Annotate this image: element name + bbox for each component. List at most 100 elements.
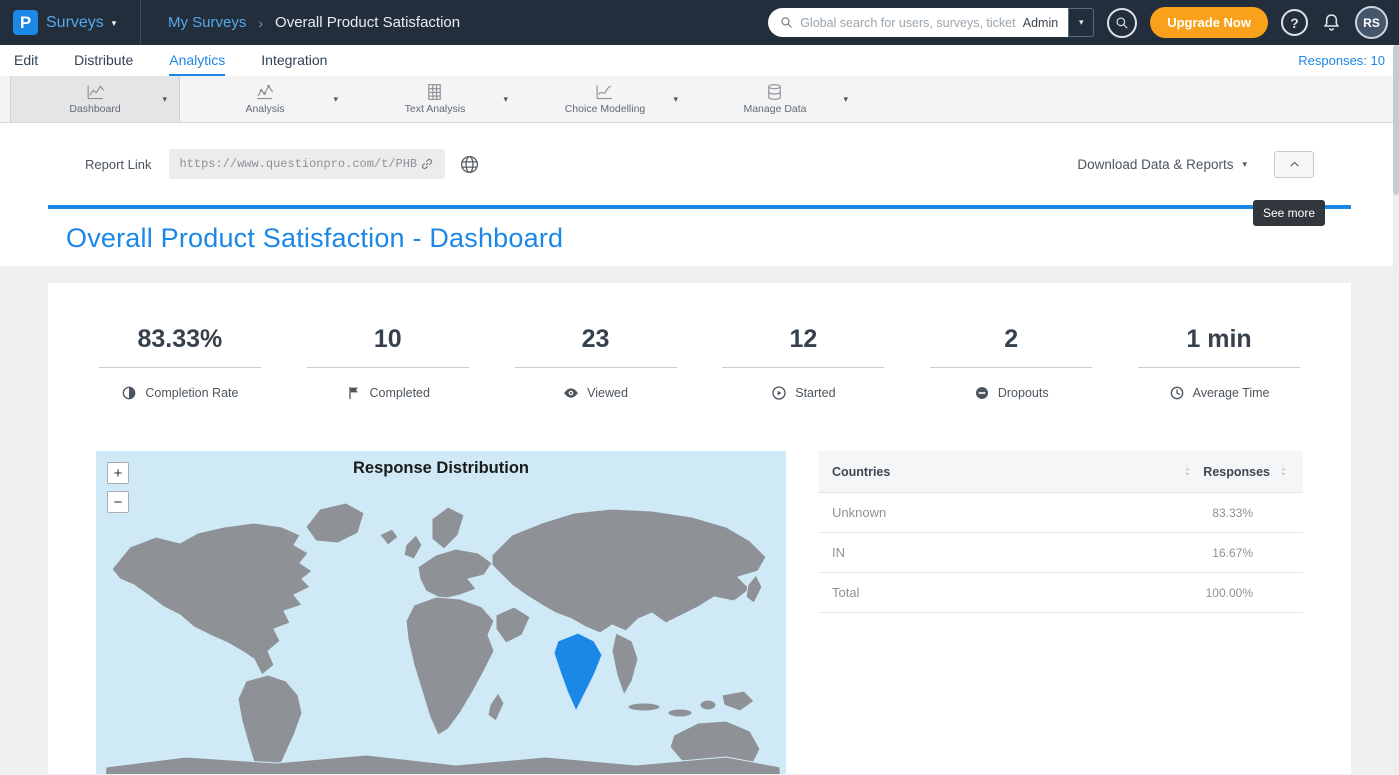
bell-icon <box>1321 12 1342 33</box>
subnav-item-edit[interactable]: Edit <box>14 45 38 76</box>
help-button[interactable]: ? <box>1281 9 1308 36</box>
global-search-box[interactable]: Admin <box>768 8 1068 37</box>
band-gap <box>0 266 1399 283</box>
chevron-down-icon[interactable]: ▾ <box>162 94 167 105</box>
user-avatar[interactable]: RS <box>1355 6 1388 39</box>
search-icon <box>1115 16 1129 30</box>
stat-label: Completion Rate <box>145 386 238 400</box>
product-switcher[interactable]: P Surveys ▾ <box>0 0 141 45</box>
download-data-reports-dropdown[interactable]: Download Data & Reports ▾ <box>1077 157 1247 172</box>
subnav-item-analytics[interactable]: Analytics <box>169 45 225 76</box>
stat-viewed: 23 Viewed <box>492 325 700 401</box>
flag-icon <box>346 385 362 401</box>
global-search-input[interactable] <box>800 16 1016 30</box>
responses-cell: 83.33% <box>1212 506 1289 520</box>
tab-analysis[interactable]: Analysis ▾ <box>180 76 350 122</box>
chevron-down-icon[interactable]: ▾ <box>843 94 848 105</box>
map-zoom-controls: + − <box>107 462 129 513</box>
tab-label: Dashboard <box>69 103 120 115</box>
link-icon[interactable] <box>419 156 435 172</box>
tab-text-analysis-content: Text Analysis <box>405 83 466 115</box>
stat-label: Completed <box>370 386 430 400</box>
subnav-item-distribute[interactable]: Distribute <box>74 45 133 76</box>
sort-countries-icon[interactable] <box>1182 466 1193 477</box>
chevron-down-icon[interactable]: ▾ <box>333 94 338 105</box>
stat-value: 12 <box>722 325 884 368</box>
world-map-canvas[interactable] <box>96 483 786 774</box>
tab-manage-data-content: Manage Data <box>743 83 806 115</box>
table-document-icon <box>424 83 445 101</box>
search-icon <box>780 16 793 29</box>
zoom-out-button[interactable]: − <box>107 491 129 513</box>
header-countries[interactable]: Countries <box>832 465 890 479</box>
eye-icon <box>563 385 579 401</box>
tab-label: Choice Modelling <box>565 103 646 115</box>
title-band: Overall Product Satisfaction - Dashboard <box>0 205 1399 266</box>
sort-responses-icon[interactable] <box>1278 466 1289 477</box>
chevron-down-icon: ▾ <box>1242 159 1247 170</box>
analytics-toolbar: Dashboard ▾ Analysis ▾ Text Analysis ▾ C… <box>0 76 1399 123</box>
stat-value: 83.33% <box>99 325 261 368</box>
stat-started: 12 Started <box>699 325 907 401</box>
response-distribution-map: Response Distribution + − <box>96 451 786 774</box>
clock-icon <box>1169 385 1185 401</box>
minus-circle-icon <box>974 385 990 401</box>
search-scope-dropdown-button[interactable]: ▾ <box>1068 8 1094 37</box>
stat-label: Viewed <box>587 386 628 400</box>
stat-value: 10 <box>307 325 469 368</box>
tab-text-analysis[interactable]: Text Analysis ▾ <box>350 76 520 122</box>
stat-dropouts: 2 Dropouts <box>907 325 1115 401</box>
tab-manage-data[interactable]: Manage Data ▾ <box>690 76 860 122</box>
search-scope-label[interactable]: Admin <box>1023 16 1058 30</box>
play-circle-icon <box>771 385 787 401</box>
globe-icon <box>459 154 480 175</box>
chevron-up-icon <box>1288 158 1301 171</box>
topbar-actions: Admin ▾ Upgrade Now ? RS <box>768 6 1399 39</box>
collapse-panel-button[interactable] <box>1274 151 1314 178</box>
chevron-down-icon[interactable]: ▾ <box>673 94 678 105</box>
line-chart-icon <box>85 83 106 101</box>
dashboard-card: 83.33% Completion Rate 10 Completed 23 V… <box>48 283 1351 774</box>
completion-rate-icon <box>121 385 137 401</box>
subnav-item-integration[interactable]: Integration <box>261 45 327 76</box>
chevron-down-icon[interactable]: ▾ <box>503 94 508 105</box>
country-cell: Unknown <box>832 505 886 520</box>
topbar: P Surveys ▾ My Surveys › Overall Product… <box>0 0 1399 45</box>
report-link-bar: Report Link https://www.questionpro.com/… <box>0 123 1399 205</box>
tab-label: Analysis <box>245 103 284 115</box>
report-url-field[interactable]: https://www.questionpro.com/t/PHBl <box>169 149 445 179</box>
responses-cell: 100.00% <box>1206 586 1289 600</box>
breadcrumb-my-surveys[interactable]: My Surveys <box>168 14 246 31</box>
breadcrumb-current-survey: Overall Product Satisfaction <box>275 14 460 31</box>
notifications-button[interactable] <box>1321 12 1342 33</box>
stat-average-time: 1 min Average Time <box>1115 325 1323 401</box>
map-country-india[interactable] <box>554 633 602 711</box>
zoom-in-button[interactable]: + <box>107 462 129 484</box>
countries-table-header: Countries Responses <box>818 451 1303 493</box>
content-row: Response Distribution + − <box>96 451 1303 774</box>
blue-divider <box>48 205 1351 209</box>
page-title: Overall Product Satisfaction - Dashboard <box>66 223 1399 254</box>
tab-analysis-content: Analysis <box>245 83 284 115</box>
responses-count[interactable]: Responses: 10 <box>1298 45 1385 76</box>
chevron-down-icon: ▾ <box>1079 17 1084 27</box>
tab-choice-modelling[interactable]: Choice Modelling ▾ <box>520 76 690 122</box>
country-cell: Total <box>832 585 859 600</box>
stat-completion-rate: 83.33% Completion Rate <box>76 325 284 401</box>
stat-label: Dropouts <box>998 386 1049 400</box>
search-toggle-button[interactable] <box>1107 8 1137 38</box>
tab-label: Text Analysis <box>405 103 466 115</box>
chevron-down-icon: ▾ <box>112 18 117 29</box>
table-row-in: IN 16.67% <box>818 533 1303 573</box>
header-responses[interactable]: Responses <box>1203 465 1270 479</box>
upgrade-now-button[interactable]: Upgrade Now <box>1150 7 1268 38</box>
global-search: Admin ▾ <box>768 8 1094 37</box>
tab-dashboard[interactable]: Dashboard ▾ <box>10 76 180 122</box>
report-language-button[interactable] <box>459 154 480 175</box>
stat-label: Average Time <box>1193 386 1270 400</box>
report-url-text[interactable]: https://www.questionpro.com/t/PHBl <box>179 157 419 171</box>
scrollbar-thumb[interactable] <box>1393 45 1399 195</box>
page-scrollbar[interactable] <box>1393 45 1399 775</box>
table-row-unknown: Unknown 83.33% <box>818 493 1303 533</box>
countries-table: Countries Responses Unknown 83.33% IN 16… <box>818 451 1303 774</box>
